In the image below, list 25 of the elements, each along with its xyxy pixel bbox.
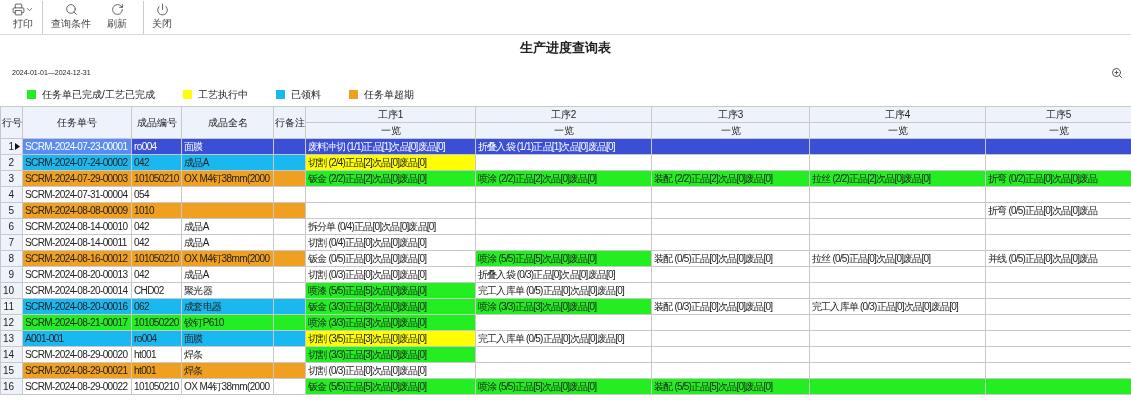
- report-title: 生产进度查询表: [520, 39, 611, 57]
- column-header: 工序2: [475, 106, 652, 123]
- toolbar-button[interactable]: 关闭: [143, 0, 180, 34]
- legend-label: 已领料: [290, 88, 321, 102]
- toolbar-button[interactable]: 刷新: [99, 0, 135, 34]
- print-icon: [12, 3, 25, 16]
- toolbar-button[interactable]: 打印: [4, 0, 42, 34]
- column-header: 行备注: [273, 106, 306, 139]
- zoom-icon[interactable]: [1111, 67, 1123, 79]
- column-header: 工序1: [305, 106, 476, 123]
- current-row-icon: [15, 143, 20, 150]
- column-header: 行号: [0, 106, 23, 139]
- legend-label: 任务单超期: [363, 88, 414, 102]
- column-header: 任务单号: [22, 106, 132, 139]
- column-header: 成品编号: [131, 106, 182, 139]
- search-icon: [64, 3, 78, 16]
- power-icon: [155, 3, 169, 16]
- column-header: 工序4: [809, 106, 986, 123]
- legend-label: 任务单已完成/工艺已完成: [42, 88, 155, 102]
- column-header: 工序3: [651, 106, 810, 123]
- legend-label: 工艺执行中: [197, 88, 248, 102]
- column-header: 成品全名: [181, 106, 274, 139]
- column-header: 工序5: [985, 106, 1131, 123]
- toolbar-button[interactable]: 查询条件: [42, 0, 99, 34]
- refresh-icon: [110, 3, 124, 16]
